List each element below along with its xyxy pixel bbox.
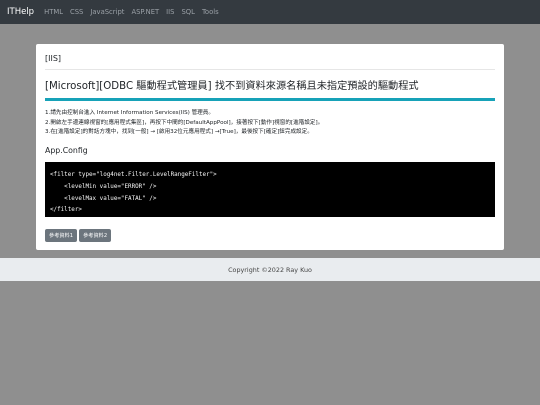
nav-link-css[interactable]: CSS — [70, 8, 83, 16]
step-item: 1.請先由控制台進入 Internet Information Services… — [45, 110, 214, 116]
nav-link-tools[interactable]: Tools — [202, 8, 219, 16]
title-underline — [45, 98, 495, 101]
section-title: App.Config — [45, 146, 88, 155]
step-item: 2.開啟左手邊連線視窗的[應用程式集區]，再按下中間的[DefaultAppPo… — [45, 119, 324, 126]
code-line: </filter> — [50, 207, 82, 214]
top-navbar: ITHelp HTML CSS JavaScript ASP.NET IIS S… — [0, 0, 540, 24]
category-tag: [IIS] — [45, 54, 62, 63]
nav-link-sql[interactable]: SQL — [181, 8, 194, 16]
brand-logo[interactable]: ITHelp — [7, 7, 34, 17]
code-line: <levelMin value="ERROR" /> — [50, 183, 157, 190]
reference-1-button[interactable]: 參考資料1 — [45, 229, 78, 242]
page-footer: Copyright ©2022 Ray Kuo — [0, 258, 540, 281]
nav-link-iis[interactable]: IIS — [166, 8, 174, 16]
article-title: [Microsoft][ODBC 驅動程式管理員] 找不到資料來源名稱且未指定預… — [45, 81, 419, 92]
nav-link-html[interactable]: HTML — [44, 8, 63, 16]
nav-link-javascript[interactable]: JavaScript — [90, 8, 124, 16]
header-divider — [45, 69, 495, 70]
reference-buttons: 參考資料1 參考資料2 — [45, 229, 112, 242]
code-block: <filter type="log4net.Filter.LevelRangeF… — [45, 162, 495, 217]
steps-list: 1.請先由控制台進入 Internet Information Services… — [45, 109, 323, 138]
code-line: <filter type="log4net.Filter.LevelRangeF… — [50, 172, 217, 178]
copyright-text: Copyright ©2022 Ray Kuo — [228, 265, 312, 274]
nav-link-aspnet[interactable]: ASP.NET — [131, 8, 159, 16]
code-line: <levelMax value="FATAL" /> — [50, 195, 157, 202]
reference-2-button[interactable]: 參考資料2 — [79, 229, 112, 242]
article-card: [IIS] [Microsoft][ODBC 驅動程式管理員] 找不到資料來源名… — [36, 44, 504, 250]
step-item: 3.在[進階設定]的對話方塊中，找到[一般] → [啟用32位元應用程式] →[… — [45, 129, 313, 135]
